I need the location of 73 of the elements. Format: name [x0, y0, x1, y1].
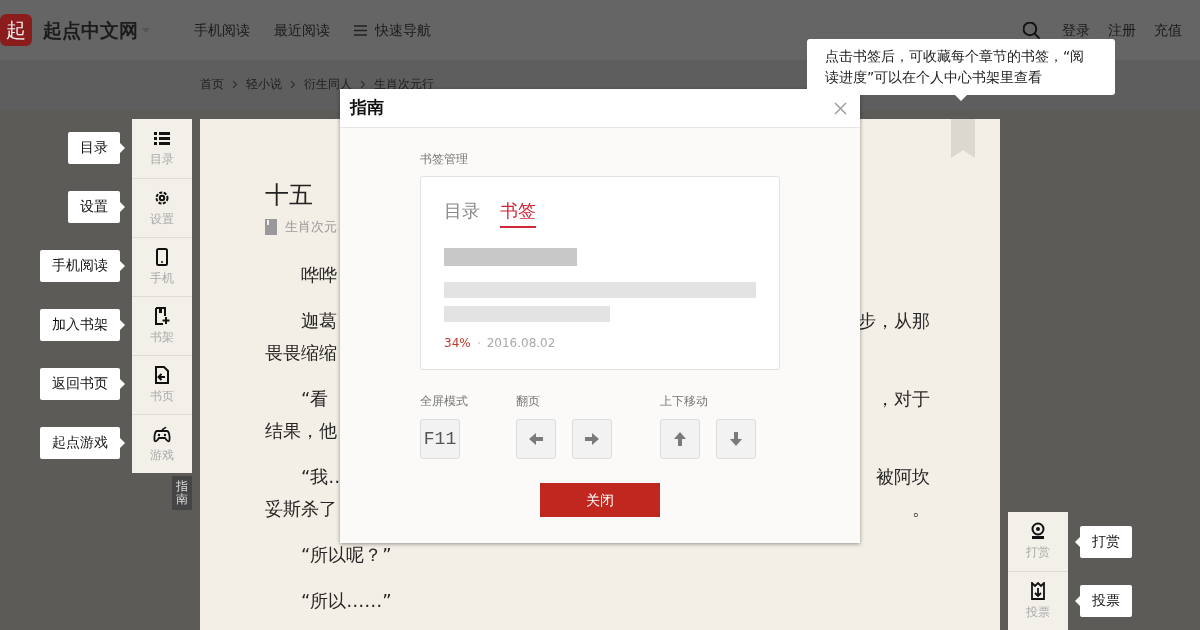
tooltip-pointer	[120, 260, 125, 271]
account-link[interactable]: 注册	[1108, 19, 1142, 41]
toolbar-button[interactable]: 设置	[132, 178, 192, 237]
tooltip-pointer	[120, 437, 125, 448]
breadcrumb-link[interactable]: 生肖次元行	[374, 77, 434, 91]
list-icon	[153, 129, 171, 147]
toolbar-button[interactable]: 投票	[1008, 571, 1068, 630]
dialog-title: 指南	[350, 96, 384, 120]
shortcut-label: 翻页	[516, 394, 541, 408]
progress-percent: 34%	[444, 335, 471, 352]
toolbar-button[interactable]: 书架	[132, 296, 192, 355]
paragraph-text: 。	[912, 497, 930, 521]
chapter-title: 十五	[265, 180, 313, 211]
paragraph-text: ，对于	[876, 387, 930, 411]
close-button[interactable]: 关闭	[540, 483, 660, 517]
chevron-icon	[360, 79, 366, 89]
tooltip-pointer	[955, 95, 967, 101]
shortcut-label: 全屏模式	[420, 394, 468, 408]
book-icon	[265, 218, 277, 235]
tab[interactable]: 目录	[444, 199, 480, 228]
close-button[interactable]	[832, 100, 848, 116]
guide-tab[interactable]: 指南	[172, 476, 192, 511]
key: F11	[420, 419, 460, 459]
account-link[interactable]: 充值	[1154, 19, 1188, 41]
tooltip-pointer	[120, 319, 125, 330]
toolbar-button[interactable]: 书页	[132, 355, 192, 414]
paragraph-text: “看	[300, 387, 329, 411]
bookmark-date: 2016.08.02	[486, 335, 556, 352]
coin-icon	[1030, 522, 1046, 540]
gamepad-icon	[153, 424, 171, 443]
toolbar-button[interactable]: 目录	[132, 119, 192, 178]
search-icon	[1023, 21, 1040, 39]
paragraph-text: “所以……”	[300, 589, 392, 613]
account-link[interactable]: 登录	[1062, 19, 1096, 41]
nav-link[interactable]: 手机阅读	[194, 19, 250, 41]
arrow-down-icon	[727, 430, 745, 448]
chevron-icon	[232, 79, 238, 89]
page-return-icon	[153, 365, 171, 384]
tab[interactable]: 书签	[500, 199, 536, 228]
tooltip-pointer	[120, 378, 125, 389]
tooltip-pointer	[1075, 595, 1080, 606]
tooltip-pointer	[120, 142, 125, 153]
paragraph-text: 结果，他	[265, 419, 337, 443]
author-name: 生肖次元	[285, 218, 337, 236]
arrow-left-icon	[527, 430, 545, 448]
phone-icon	[153, 247, 171, 266]
menu-icon	[354, 24, 367, 36]
paragraph-text: 畏畏缩缩	[265, 341, 337, 365]
arrow-right-icon	[583, 430, 601, 448]
paragraph-text: 被阿坎	[876, 465, 930, 489]
paragraph-text: “所以呢？”	[300, 543, 392, 567]
chevron-icon	[290, 79, 296, 89]
arrow-up-icon	[671, 430, 689, 448]
paragraph-text: 迦葛	[300, 309, 337, 333]
nav-link[interactable]: 最近阅读	[274, 19, 330, 41]
nav-link[interactable]: 快速导航	[375, 19, 431, 41]
book-add-icon	[153, 306, 171, 325]
paragraph-text: 步，从那	[858, 309, 930, 333]
site-name: 起点中文网	[43, 17, 138, 43]
toolbar-button[interactable]: 手机	[132, 237, 192, 296]
tooltip-pointer	[1075, 536, 1080, 547]
breadcrumb-link[interactable]: 首页	[200, 77, 224, 91]
section-label: 书签管理	[420, 152, 469, 166]
tooltip-pointer	[120, 201, 125, 212]
toolbar-button[interactable]: 打赏	[1008, 512, 1068, 571]
paragraph-text: 妥斯杀了	[265, 497, 337, 521]
shortcut-label: 上下移动	[660, 394, 709, 408]
paragraph-text: 哗哗	[300, 263, 337, 287]
logo-icon: 起	[0, 14, 32, 46]
ticket-icon	[1030, 581, 1046, 600]
close-icon	[833, 101, 847, 115]
breadcrumb-link[interactable]: 衍生同人	[304, 77, 352, 91]
toolbar-button[interactable]: 游戏	[132, 414, 192, 473]
